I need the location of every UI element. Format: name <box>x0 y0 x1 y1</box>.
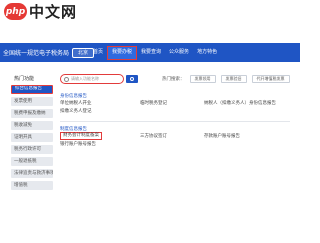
list-row: 银行账户账号报告 <box>60 140 290 148</box>
sidebar: 热门功能 综合信息报告 发票使用 税费申报及缴纳 税收减免 证明开具 税务行政许… <box>11 75 53 193</box>
sidebar-heading: 热门功能 <box>14 76 35 82</box>
list-item[interactable]: 三方协议签订 <box>140 133 204 139</box>
nav-tax-handling[interactable]: 我要办税 <box>107 45 138 60</box>
list-item[interactable]: 纳税人（扣缴义务人）身份信息报告 <box>204 100 284 106</box>
list-row: 扣缴义务人登记 <box>60 107 290 115</box>
list-row: 单位纳税人开业 临时税务登记 纳税人（扣缴义务人）身份信息报告 <box>60 99 290 107</box>
list-item[interactable]: 扣缴义务人登记 <box>60 108 140 114</box>
watermark: php 中文网 <box>4 1 77 22</box>
watermark-logo: php <box>4 3 27 20</box>
divider <box>60 121 290 122</box>
hot-search-chip[interactable]: 发票领用 <box>189 75 216 83</box>
nav-local-feature[interactable]: 地方特色 <box>193 43 221 62</box>
sidebar-item-tax-relief[interactable]: 税收减免 <box>11 121 53 130</box>
list-item[interactable]: 银行账户账号报告 <box>60 141 140 147</box>
hot-search-label: 热门搜索： <box>162 77 185 82</box>
sidebar-item-certificate[interactable]: 证明开具 <box>11 133 53 142</box>
nav-query[interactable]: 我要查询 <box>137 43 165 62</box>
list-row: 财务会计制度备案 三方协议签订 存款账户账号报告 <box>60 132 290 140</box>
nav-public-service[interactable]: 公众服务 <box>165 43 193 62</box>
sidebar-item-admin-license[interactable]: 税务行政许可 <box>11 145 53 154</box>
sidebar-item-comprehensive-info[interactable]: 综合信息报告 <box>11 85 53 94</box>
list-cell: 财务会计制度备案 <box>60 132 140 140</box>
sidebar-item-invoice[interactable]: 发票使用 <box>11 97 53 106</box>
list-item[interactable]: 单位纳税人开业 <box>60 100 140 106</box>
list-item-highlighted[interactable]: 财务会计制度备案 <box>60 132 102 140</box>
sidebar-item-declaration[interactable]: 税费申报及缴纳 <box>11 109 53 118</box>
list-item[interactable]: 临时税务登记 <box>140 100 204 106</box>
hot-search-chip[interactable]: 发票验旧 <box>220 75 247 83</box>
sidebar-item-refund[interactable]: 一般退抵税 <box>11 157 53 166</box>
nav-home[interactable]: 首页 <box>89 43 107 62</box>
watermark-text: 中文网 <box>29 3 78 21</box>
search-button[interactable] <box>126 75 138 83</box>
hot-search-chip[interactable]: 代开增值税发票 <box>251 75 290 83</box>
sidebar-item-legal-relief[interactable]: 法律追责与救济事项 <box>11 169 53 178</box>
search-input[interactable]: 请输入功能名称 <box>60 74 124 84</box>
search-row: 请输入功能名称 热门搜索： 发票领用 发票验旧 代开增值税发票 <box>60 73 290 85</box>
list-item[interactable]: 存款账户账号报告 <box>204 133 284 139</box>
search-button-icon <box>130 77 134 81</box>
main-nav: 首页 我要办税 我要查询 公众服务 地方特色 <box>89 43 221 62</box>
site-title: 全国统一规范电子税务局 <box>3 50 70 57</box>
main-content: 请输入功能名称 热门搜索： 发票领用 发票验旧 代开增值税发票 身份信息报告 单… <box>60 73 290 148</box>
search-placeholder: 请输入功能名称 <box>71 76 99 81</box>
search-icon <box>64 76 69 82</box>
sidebar-item-vat[interactable]: 增值税 <box>11 181 53 190</box>
top-header: 全国统一规范电子税务局 北京 首页 我要办税 我要查询 公众服务 地方特色 <box>0 43 300 62</box>
